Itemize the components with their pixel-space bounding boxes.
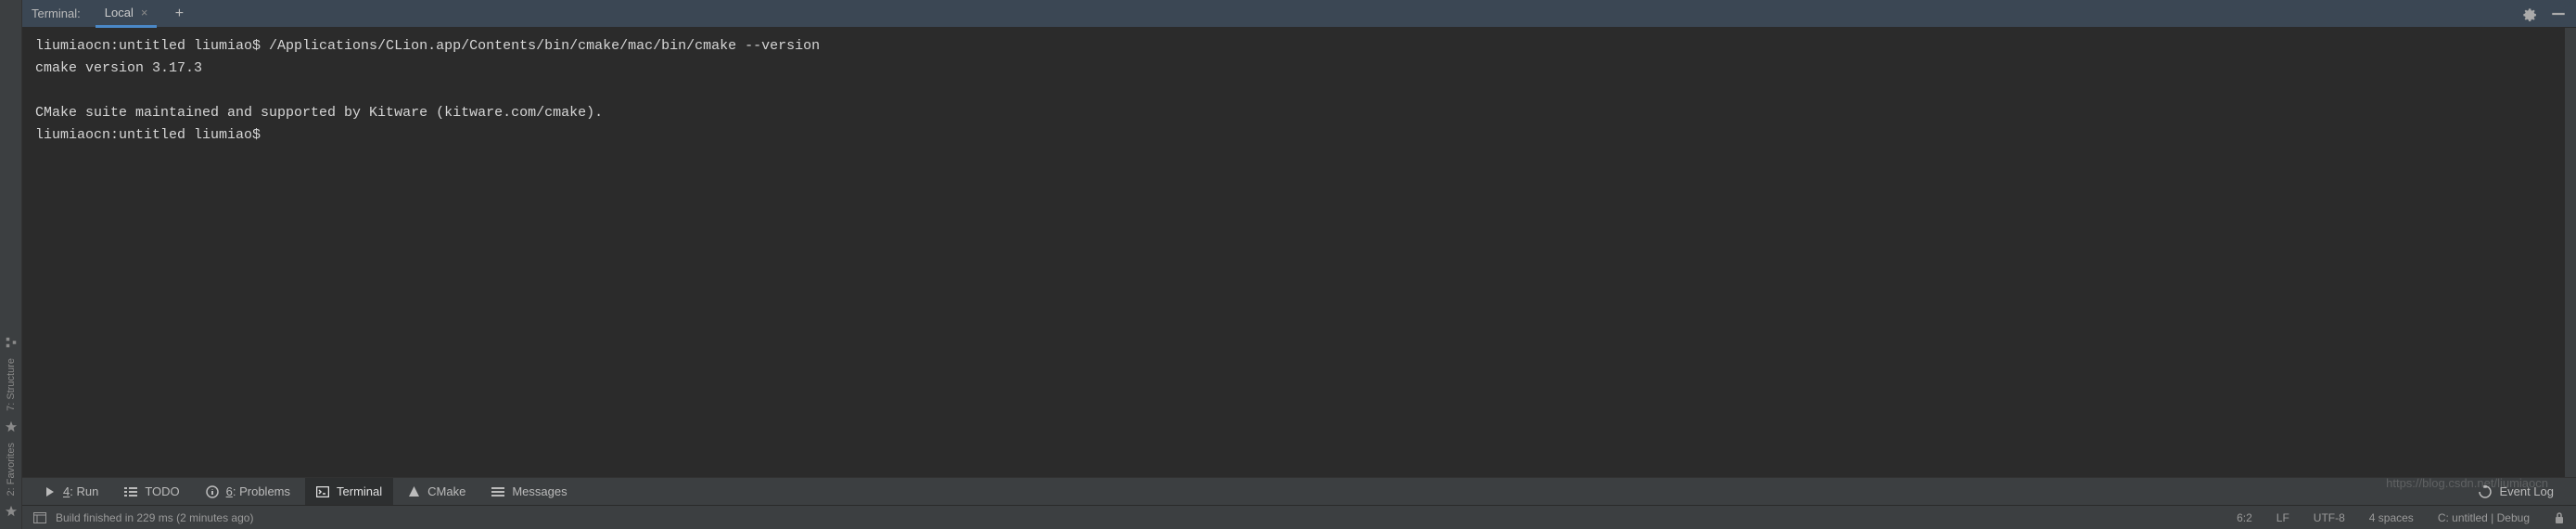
- bottom-tool-bar: 4: Run TODO 6: Problems Terminal CMake M…: [22, 477, 2576, 505]
- star-icon: [5, 505, 18, 518]
- info-icon: [206, 485, 219, 498]
- cmake-icon: [408, 485, 420, 497]
- minimize-icon[interactable]: [2550, 6, 2567, 22]
- status-cursor[interactable]: 6:2: [2237, 511, 2252, 524]
- gear-icon[interactable]: [2520, 6, 2537, 22]
- tool-messages[interactable]: Messages: [480, 478, 578, 506]
- status-context[interactable]: C: untitled | Debug: [2438, 511, 2530, 524]
- list-icon: [491, 486, 504, 497]
- tool-terminal[interactable]: Terminal: [305, 478, 393, 506]
- terminal-line: CMake suite maintained and supported by …: [35, 105, 603, 121]
- tool-label: Event Log: [2499, 484, 2554, 498]
- terminal-output[interactable]: liumiaocn:untitled liumiao$ /Application…: [22, 28, 2576, 477]
- terminal-line: cmake version 3.17.3: [35, 60, 202, 76]
- status-indent[interactable]: 4 spaces: [2369, 511, 2414, 524]
- left-tool-rail: 7: Structure 2: Favorites: [0, 0, 22, 529]
- list-icon: [124, 486, 137, 497]
- lock-icon[interactable]: [2554, 511, 2565, 524]
- status-message: Build finished in 229 ms (2 minutes ago): [56, 511, 253, 524]
- tool-cmake[interactable]: CMake: [397, 478, 477, 506]
- structure-icon: [5, 336, 18, 349]
- terminal-icon: [316, 486, 329, 497]
- tool-label: 4: Run: [63, 484, 98, 498]
- rail-structure-label[interactable]: 7: Structure: [6, 358, 17, 411]
- tool-todo[interactable]: TODO: [113, 478, 190, 506]
- status-bar: Build finished in 229 ms (2 minutes ago)…: [22, 505, 2576, 529]
- tool-window-label: Terminal:: [32, 6, 81, 20]
- window-icon[interactable]: [33, 512, 46, 523]
- play-icon: [45, 486, 56, 497]
- event-log-icon: [2479, 485, 2492, 498]
- terminal-line: liumiaocn:untitled liumiao$: [35, 127, 269, 143]
- terminal-tab-bar: Terminal: Local × +: [22, 0, 2576, 28]
- terminal-line: liumiaocn:untitled liumiao$ /Application…: [35, 38, 820, 54]
- status-encoding[interactable]: UTF-8: [2314, 511, 2345, 524]
- tool-run[interactable]: 4: Run: [33, 478, 109, 506]
- main-area: Terminal: Local × + liumiaocn:untitled l…: [22, 0, 2576, 529]
- rail-favorites-label[interactable]: 2: Favorites: [6, 443, 17, 496]
- tool-label: Terminal: [337, 484, 382, 498]
- tool-label: TODO: [145, 484, 179, 498]
- tool-label: CMake: [427, 484, 465, 498]
- tool-label: 6: Problems: [226, 484, 290, 498]
- tab-label: Local: [105, 6, 134, 19]
- tool-label: Messages: [512, 484, 567, 498]
- status-line-sep[interactable]: LF: [2276, 511, 2289, 524]
- tool-problems[interactable]: 6: Problems: [195, 478, 301, 506]
- add-tab-button[interactable]: +: [168, 3, 190, 25]
- close-icon[interactable]: ×: [141, 6, 148, 19]
- tool-event-log[interactable]: Event Log: [2468, 478, 2565, 506]
- terminal-tab-local[interactable]: Local ×: [96, 0, 158, 28]
- favorites-icon: [5, 420, 18, 433]
